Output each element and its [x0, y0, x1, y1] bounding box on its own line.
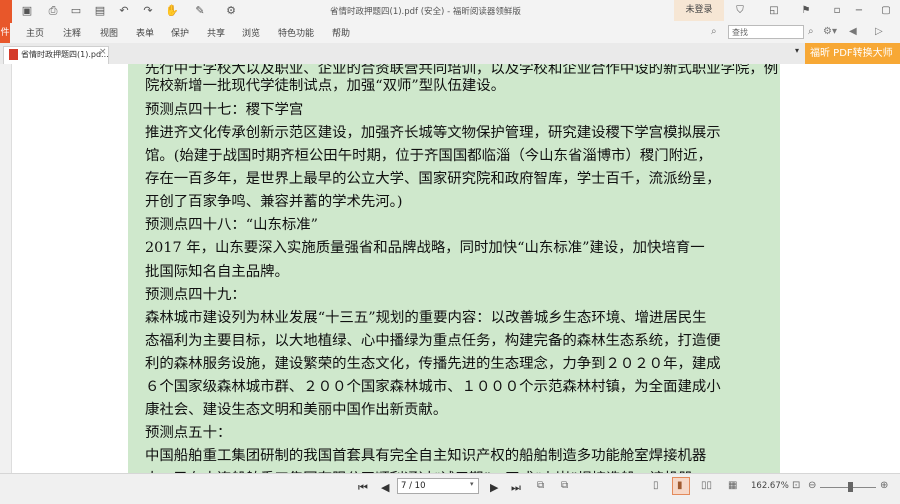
share-icon[interactable]: ⚙: [224, 4, 238, 18]
text-line: 2017 年，山东要深入实施质量强省和品牌战略，同时加快“山东标准”建设，加快培…: [145, 240, 705, 256]
print-icon[interactable]: ⎙: [46, 4, 60, 18]
text-line: 预测点四十八：“山东标准”: [145, 217, 319, 233]
next-view-icon[interactable]: ⧉: [561, 480, 568, 491]
window-title: 省情时政押题四(1).pdf (安全) - 福昕阅读器领鲜版: [330, 7, 521, 17]
search-options-icon[interactable]: ⚙▾: [823, 26, 837, 37]
text-line: 预测点四十九：: [145, 287, 246, 303]
continuous-view-icon: ▮: [677, 480, 683, 491]
next-result-icon[interactable]: ▷: [875, 26, 883, 37]
text-line: 森林城市建设列为林业发展“十三五”规划的重要内容：以改善城乡生态环境、增进居民生: [145, 310, 707, 326]
text-line: 预测点四十七：稷下学宫: [145, 102, 304, 118]
find-icon: ⌕: [711, 26, 717, 37]
tab-document-label: 省情时政押题四(1).pd...: [21, 50, 109, 59]
settings-window-icon[interactable]: ⚑: [797, 3, 815, 19]
promo-banner[interactable]: 福昕 PDF转换大师: [805, 43, 900, 64]
next-page-icon[interactable]: ▶: [490, 481, 498, 494]
app-corner: [0, 0, 12, 23]
menu-share[interactable]: 共享: [207, 26, 225, 39]
zoom-out-icon[interactable]: ⊖: [808, 480, 816, 491]
zoom-in-icon[interactable]: ⊕: [880, 480, 888, 491]
page-number-input[interactable]: 7 / 10: [397, 478, 479, 494]
menu-view[interactable]: 视图: [100, 26, 118, 39]
first-page-icon[interactable]: ⏮: [358, 481, 368, 495]
navigation-pane-handle[interactable]: [0, 64, 12, 473]
text-line: 推进齐文化传承创新示范区建设，加强齐长城等文物保护管理，研究建设稷下学宫模拟展示: [145, 125, 721, 141]
zoom-level: 162.67%: [751, 481, 789, 491]
text-line: 康社会、建设生态文明和美丽中国作出新贡献。: [145, 402, 448, 418]
save-icon[interactable]: ▣: [20, 4, 34, 18]
text-line: 利的森林服务设施，建设繁荣的生态文化，传播先进的生态理念，力争到２０２０年，建成: [145, 356, 721, 372]
open-icon[interactable]: ▤: [93, 4, 107, 18]
tab-close-icon[interactable]: ×: [99, 47, 107, 57]
page-dropdown-icon[interactable]: ▾: [470, 480, 474, 488]
login-button[interactable]: 未登录: [674, 0, 724, 21]
text-line: 馆。(始建于战国时期齐桓公田午时期，位于齐国国都临淄（今山东省淄博市）稷门附近，: [145, 148, 712, 164]
minimize-icon[interactable]: ▫: [828, 3, 846, 19]
undo-icon[interactable]: ↶: [117, 4, 131, 18]
tab-bar: [0, 43, 900, 65]
menu-features[interactable]: 特色功能: [278, 26, 314, 39]
search-input[interactable]: 查找: [728, 25, 804, 39]
facing-view-icon[interactable]: ▯▯: [701, 480, 712, 491]
restore-icon[interactable]: −: [850, 3, 868, 19]
menu-help[interactable]: 帮助: [332, 26, 350, 39]
single-page-icon[interactable]: ▯: [653, 480, 659, 491]
last-page-icon[interactable]: ⏭: [511, 481, 521, 495]
select-icon[interactable]: ✎: [193, 4, 207, 18]
pdf-file-icon: [9, 49, 18, 60]
menu-comment[interactable]: 注释: [63, 26, 81, 39]
menu-protect[interactable]: 保护: [171, 26, 189, 39]
store-icon[interactable]: ⛉: [731, 3, 749, 19]
zoom-slider-thumb[interactable]: [848, 482, 853, 492]
prev-view-icon[interactable]: ⧉: [537, 480, 544, 491]
hand-icon[interactable]: ✋: [165, 4, 179, 18]
file-menu[interactable]: 件: [0, 23, 10, 43]
skin-icon[interactable]: ◱: [765, 3, 783, 19]
fit-icon[interactable]: ⊡: [792, 480, 800, 491]
text-line: 预测点五十：: [145, 425, 232, 441]
prev-page-icon[interactable]: ◀: [381, 481, 389, 494]
text-line: 存在一百多年，是世界上最早的公立大学、国家研究院和政府智库，学士百千，流派纷呈，: [145, 171, 721, 187]
menu-home[interactable]: 主页: [26, 26, 44, 39]
tab-list-dropdown-icon[interactable]: ▾: [795, 46, 799, 55]
search-submit-icon[interactable]: ⌕: [808, 26, 814, 37]
continuous-facing-icon[interactable]: ▦: [728, 480, 737, 491]
text-line: 开创了百家争鸣、兼容并蓄的学术先河。): [145, 194, 403, 210]
text-line: 院校新增一批现代学徒制试点，加强“双师”型队伍建设。: [145, 78, 506, 94]
text-line: 态福利为主要目标，以大地植绿、心中播绿为重点任务，构建完备的森林生态系统，打造便: [145, 333, 721, 349]
close-icon[interactable]: ▢: [877, 3, 895, 19]
menu-browse[interactable]: 浏览: [242, 26, 260, 39]
menu-form[interactable]: 表单: [136, 26, 154, 39]
prev-result-icon[interactable]: ◀: [849, 26, 857, 37]
fullscreen-icon[interactable]: ▭: [69, 4, 83, 18]
pdf-page: 先行中于学校大以及职业、企业的合资联营共同培训，以及学校和企业合作中设的新式职业…: [128, 64, 780, 473]
text-line: ６个国家级森林城市群、２００个国家森林城市、１０００个示范森林村镇，为全面建成小: [145, 379, 721, 395]
text-line: 批国际知名自主品牌。: [145, 264, 289, 280]
text-line: 中国船舶重工集团研制的我国首套具有完全自主知识产权的船舶制造多功能舱室焊接机器: [145, 448, 707, 464]
redo-icon[interactable]: ↷: [141, 4, 155, 18]
